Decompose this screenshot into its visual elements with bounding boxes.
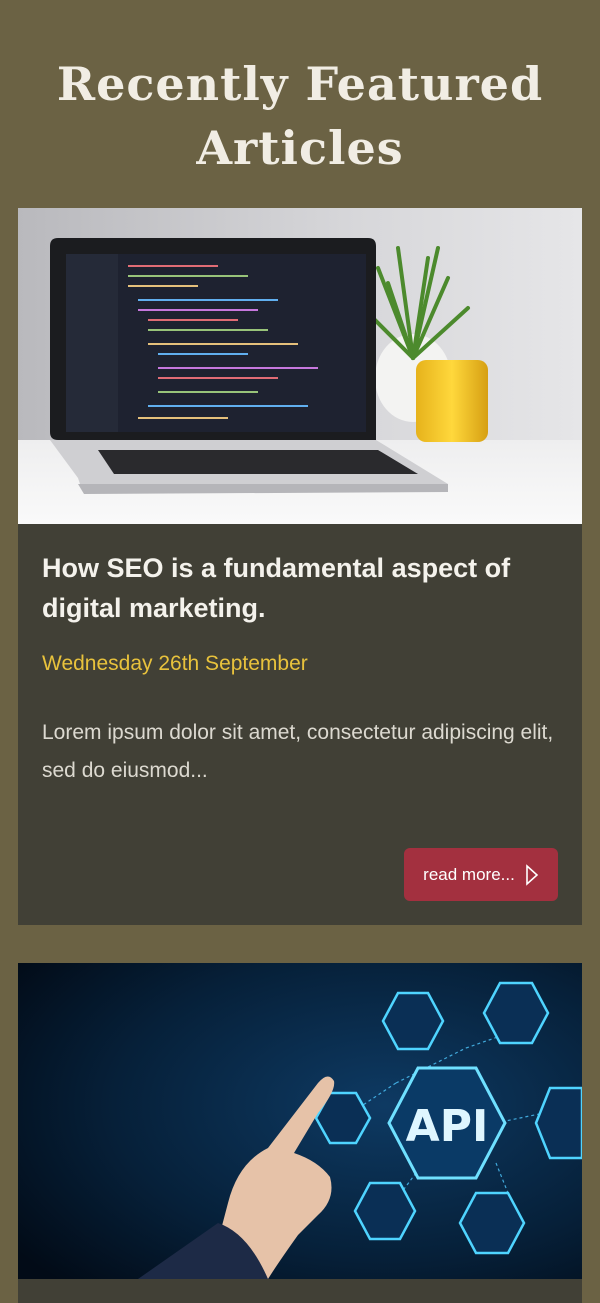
article-image[interactable]	[18, 208, 582, 524]
article-excerpt: Lorem ipsum dolor sit amet, consectetur …	[42, 721, 554, 782]
section-title: Recently Featured Articles	[0, 0, 600, 180]
article-title[interactable]: How SEO is a fundamental aspect of digit…	[42, 548, 562, 628]
section-title-line-1: Recently Featured	[56, 57, 544, 111]
chevron-right-icon	[525, 863, 539, 886]
article-date: Wednesday 26th September	[42, 652, 308, 675]
api-label: API	[406, 1101, 489, 1152]
read-more-button[interactable]: read more...	[404, 848, 558, 901]
section-title-line-2: Articles	[196, 121, 404, 175]
article-card: How SEO is a fundamental aspect of digit…	[18, 208, 582, 925]
read-more-label: read more...	[423, 864, 515, 884]
article-card: API	[18, 963, 582, 1303]
article-image[interactable]: API	[18, 963, 582, 1279]
